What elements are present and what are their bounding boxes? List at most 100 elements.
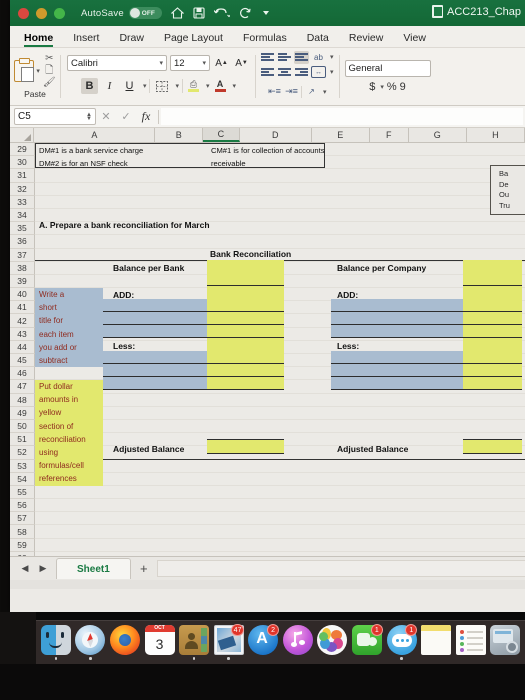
column-header-c[interactable]: C <box>203 128 240 142</box>
zoom-button[interactable] <box>54 7 65 19</box>
decrease-indent-icon[interactable]: ⇤≡ <box>267 85 282 98</box>
row-header-57[interactable]: 57 <box>10 512 35 526</box>
formula-input[interactable] <box>161 108 523 125</box>
dock-item-calendar[interactable]: OCT 3 <box>143 625 177 660</box>
row-header-54[interactable]: 54 <box>10 472 35 486</box>
merge-chevron-down-icon[interactable]: ▾ <box>330 68 334 76</box>
input-adjusted-balance-bank[interactable] <box>207 440 284 453</box>
cell-a35-section-heading[interactable]: A. Prepare a bank reconciliation for Mar… <box>39 220 210 230</box>
dock-item-safari[interactable] <box>74 625 108 660</box>
row-header-29[interactable]: 29 <box>10 143 35 157</box>
tab-view[interactable]: View <box>403 32 426 47</box>
cell-d29[interactable]: CM#1 is for collection of accounts <box>211 146 325 155</box>
more-commands-icon[interactable] <box>261 8 271 18</box>
dock-item-notes[interactable] <box>419 625 453 660</box>
label-balance-per-bank[interactable]: Balance per Bank <box>113 263 184 273</box>
scissors-icon[interactable]: ✂ <box>45 54 53 64</box>
decrease-font-size-button[interactable]: A ▼ <box>233 55 250 71</box>
copy-icon[interactable]: 🗋 <box>45 66 53 76</box>
font-size-select[interactable]: 12 ▾ <box>170 55 210 71</box>
label-less-company[interactable]: Less: <box>337 341 359 351</box>
next-sheet-icon[interactable]: ▶ <box>34 563 52 574</box>
row-header-45[interactable]: 45 <box>10 354 35 368</box>
input-company-less-amount-1[interactable] <box>463 338 522 351</box>
dock-item-firefox[interactable] <box>108 625 142 660</box>
dock-item-photos[interactable] <box>316 625 350 660</box>
accounting-format-icon[interactable]: $ <box>369 81 375 93</box>
label-adjusted-balance-bank[interactable]: Adjusted Balance <box>113 444 184 454</box>
row-header-32[interactable]: 32 <box>10 182 35 196</box>
align-right-icon[interactable] <box>294 66 309 79</box>
tab-page-layout[interactable]: Page Layout <box>164 32 223 47</box>
row-header-47[interactable]: 47 <box>10 380 35 394</box>
tab-draw[interactable]: Draw <box>119 32 144 47</box>
bold-button[interactable]: B <box>80 78 98 94</box>
fx-icon[interactable]: fx <box>136 109 156 124</box>
column-header-h[interactable]: H <box>466 128 525 142</box>
row-header-42[interactable]: 42 <box>10 314 35 328</box>
row-header-35[interactable]: 35 <box>10 222 35 236</box>
note-yellow-block[interactable]: Put dollar amounts in yellow section of … <box>35 380 103 486</box>
minimize-button[interactable] <box>36 7 47 19</box>
fill-color-chevron-down-icon[interactable]: ▾ <box>206 82 210 90</box>
row-header-44[interactable]: 44 <box>10 340 35 354</box>
borders-chevron-down-icon[interactable]: ▾ <box>175 82 179 90</box>
check-icon[interactable]: ✓ <box>116 110 136 123</box>
prev-sheet-icon[interactable]: ◀ <box>16 563 34 574</box>
dock-item-mail[interactable]: 47 <box>212 624 246 660</box>
align-left-icon[interactable] <box>260 66 275 79</box>
wrap-text-icon[interactable]: ab <box>311 51 326 64</box>
label-balance-per-company[interactable]: Balance per Company <box>337 263 426 273</box>
dock-item-app-store[interactable]: 2 A <box>246 624 280 660</box>
paintbrush-icon[interactable]: 🖌 <box>43 78 56 88</box>
font-name-select[interactable]: Calibri ▾ <box>67 55 167 71</box>
row-header-31[interactable]: 31 <box>10 169 35 183</box>
row-header-33[interactable]: 33 <box>10 195 35 209</box>
save-icon[interactable] <box>193 7 205 19</box>
row-header-50[interactable]: 50 <box>10 419 35 434</box>
tab-home[interactable]: Home <box>24 32 54 47</box>
column-header-a[interactable]: A <box>34 128 156 142</box>
cell-a29[interactable]: DM#1 is a bank service charge <box>39 146 143 155</box>
increase-font-size-button[interactable]: A ▲ <box>213 55 230 71</box>
label-adjusted-balance-company[interactable]: Adjusted Balance <box>337 444 408 454</box>
row-header-43[interactable]: 43 <box>10 327 35 341</box>
fill-color-icon[interactable]: ⎙ <box>186 80 201 92</box>
row-header-53[interactable]: 53 <box>10 459 35 473</box>
orientation-chevron-down-icon[interactable]: ▾ <box>323 88 327 96</box>
row-header-46[interactable]: 46 <box>10 367 35 381</box>
merge-cells-icon[interactable]: ↔ <box>311 66 326 78</box>
undo-icon[interactable] <box>213 7 230 19</box>
row-header-60[interactable]: 60 <box>10 551 35 556</box>
comma-format-icon[interactable]: 9 <box>400 81 406 93</box>
column-header-f[interactable]: F <box>369 128 409 142</box>
dock-item-reminders[interactable] <box>454 625 488 660</box>
italic-button[interactable]: I <box>101 78 118 94</box>
dock-item-finder[interactable] <box>39 625 73 660</box>
row-header-49[interactable]: 49 <box>10 406 35 420</box>
row-header-59[interactable]: 59 <box>10 538 35 552</box>
number-format-select[interactable]: General <box>344 60 431 77</box>
input-adjusted-balance-company[interactable] <box>463 440 522 453</box>
name-box-spinner[interactable]: ▲ ▼ <box>86 112 92 122</box>
accounting-chevron-down-icon[interactable]: ▾ <box>380 83 384 91</box>
input-bank-add-amount-1[interactable] <box>207 286 284 312</box>
home-icon[interactable] <box>170 7 184 19</box>
cell-d30[interactable]: receivable <box>211 159 246 168</box>
input-balance-per-company[interactable] <box>463 260 522 286</box>
redo-icon[interactable] <box>239 7 252 19</box>
autosave-toggle[interactable]: OFF <box>128 7 162 19</box>
input-balance-per-bank[interactable] <box>207 260 284 286</box>
orientation-icon[interactable]: ↗ <box>304 85 319 98</box>
borders-icon[interactable] <box>153 78 170 94</box>
row-header-39[interactable]: 39 <box>10 274 35 289</box>
dock-item-system-preferences[interactable] <box>489 625 523 660</box>
align-bottom-icon[interactable] <box>294 50 309 64</box>
dock-item-messages[interactable]: 1 <box>385 624 419 660</box>
input-bank-less-amount-1[interactable] <box>207 338 284 351</box>
row-header-58[interactable]: 58 <box>10 525 35 539</box>
horizontal-scrollbar[interactable] <box>10 580 525 589</box>
font-color-icon[interactable]: A <box>213 80 228 92</box>
paste-icon[interactable] <box>14 58 35 82</box>
wrap-chevron-down-icon[interactable]: ▾ <box>330 53 334 61</box>
